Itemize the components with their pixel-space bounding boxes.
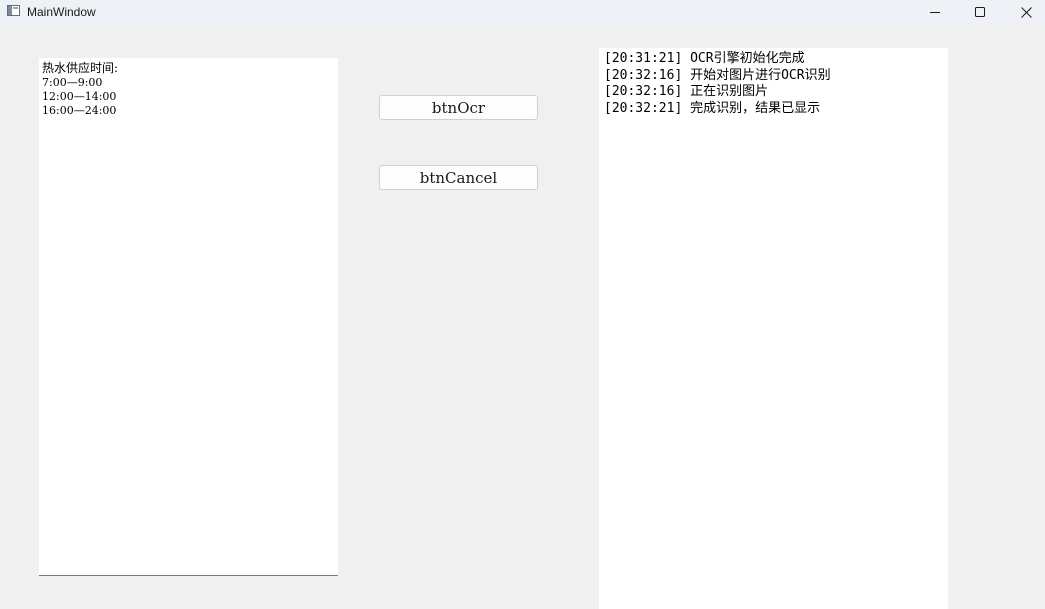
log-output[interactable]: [20:31:21] OCR引擎初始化完成 [20:32:16] 开始对图片进行… <box>599 48 948 609</box>
ocr-button[interactable]: btnOcr <box>379 95 538 120</box>
close-icon <box>1020 6 1032 18</box>
maximize-button[interactable] <box>957 0 1003 24</box>
log-line: [20:32:21] 完成识别，结果已显示 <box>604 100 821 116</box>
app-window-icon <box>7 5 20 16</box>
main-window: MainWindow 热水供应时间: 7:00—9:00 12:00—14:00… <box>0 0 1045 609</box>
ocr-result-text[interactable]: 热水供应时间: 7:00—9:00 12:00—14:00 16:00—24:0… <box>39 58 338 576</box>
window-title: MainWindow <box>27 5 96 19</box>
log-line: [20:31:21] OCR引擎初始化完成 <box>604 51 805 66</box>
minimize-button[interactable] <box>912 0 958 24</box>
log-line: [20:32:16] 开始对图片进行OCR识别 <box>604 67 831 83</box>
result-line: 16:00—24:00 <box>42 104 117 117</box>
minimize-icon <box>930 12 940 13</box>
title-bar[interactable]: MainWindow <box>0 0 1045 24</box>
cancel-button[interactable]: btnCancel <box>379 165 538 190</box>
close-button[interactable] <box>1003 0 1045 24</box>
log-line: [20:32:16] 正在识别图片 <box>604 84 769 99</box>
maximize-icon <box>975 7 985 17</box>
result-line: 热水供应时间: <box>42 61 119 75</box>
result-line: 12:00—14:00 <box>42 90 117 103</box>
result-line: 7:00—9:00 <box>42 76 103 89</box>
